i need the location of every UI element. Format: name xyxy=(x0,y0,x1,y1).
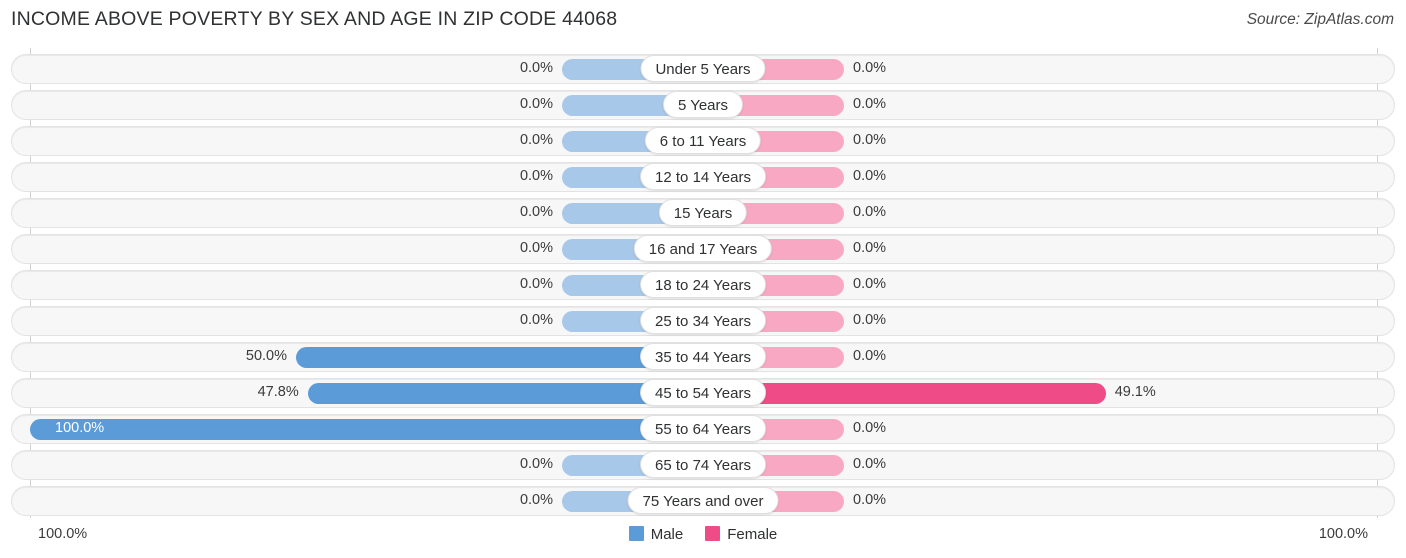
chart-legend: Male Female xyxy=(0,526,1406,543)
value-label-male: 0.0% xyxy=(519,96,553,112)
value-label-female: 0.0% xyxy=(853,420,887,436)
value-label-male: 0.0% xyxy=(519,60,553,76)
legend-item-male: Male xyxy=(628,526,684,543)
value-label-female: 0.0% xyxy=(853,168,887,184)
value-label-male: 0.0% xyxy=(519,168,553,184)
category-label: 65 to 74 Years xyxy=(640,451,766,478)
value-label-male: 0.0% xyxy=(519,312,553,328)
value-label-female: 0.0% xyxy=(853,132,887,148)
value-label-female: 0.0% xyxy=(853,456,887,472)
legend-item-female: Female xyxy=(705,526,777,543)
value-label-male: 47.8% xyxy=(257,384,299,400)
value-label-female: 0.0% xyxy=(853,492,887,508)
chart-row: 0.0% 0.0% 16 and 17 Years xyxy=(0,233,1406,265)
value-label-male: 0.0% xyxy=(519,456,553,472)
category-label: 12 to 14 Years xyxy=(640,163,766,190)
value-label-male: 100.0% xyxy=(55,420,105,436)
chart-row: 0.0% 0.0% 12 to 14 Years xyxy=(0,161,1406,193)
chart-row: 0.0% 0.0% 75 Years and over xyxy=(0,485,1406,517)
legend-swatch-male xyxy=(628,526,644,541)
chart-row: 100.0% 0.0% 55 to 64 Years xyxy=(0,413,1406,445)
legend-swatch-female xyxy=(705,526,721,541)
category-label: 15 Years xyxy=(658,199,748,226)
chart-row: 0.0% 0.0% 65 to 74 Years xyxy=(0,449,1406,481)
value-label-female: 0.0% xyxy=(853,276,887,292)
legend-label-male: Male xyxy=(650,526,684,543)
category-label: 45 to 54 Years xyxy=(640,379,766,406)
chart-plot-area: 0.0% 0.0% Under 5 Years 0.0% 0.0% 5 Years 0.0%… xyxy=(0,44,1406,518)
value-label-female: 49.1% xyxy=(1114,384,1156,400)
category-label: 35 to 44 Years xyxy=(640,343,766,370)
chart-row: 0.0% 0.0% 6 to 11 Years xyxy=(0,125,1406,157)
category-label: 55 to 64 Years xyxy=(640,415,766,442)
category-label: 5 Years xyxy=(662,91,744,118)
value-label-male: 50.0% xyxy=(245,348,287,364)
chart-row: 0.0% 0.0% Under 5 Years xyxy=(0,53,1406,85)
value-label-female: 0.0% xyxy=(853,60,887,76)
value-label-female: 0.0% xyxy=(853,96,887,112)
category-label: 6 to 11 Years xyxy=(644,127,762,154)
legend-label-female: Female xyxy=(727,526,778,543)
category-label: Under 5 Years xyxy=(640,55,766,82)
chart-row: 47.8% 49.1% 45 to 54 Years xyxy=(0,377,1406,409)
value-label-male: 0.0% xyxy=(519,240,553,256)
value-label-male: 0.0% xyxy=(519,492,553,508)
value-label-male: 0.0% xyxy=(519,132,553,148)
chart-header: INCOME ABOVE POVERTY BY SEX AND AGE IN Z… xyxy=(0,0,1406,44)
category-label: 25 to 34 Years xyxy=(640,307,766,334)
page-title: INCOME ABOVE POVERTY BY SEX AND AGE IN Z… xyxy=(11,8,618,30)
source-attribution: Source: ZipAtlas.com xyxy=(1246,11,1394,28)
chart-row: 0.0% 0.0% 5 Years xyxy=(0,89,1406,121)
chart-row: 50.0% 0.0% 35 to 44 Years xyxy=(0,341,1406,373)
bar-male xyxy=(30,419,703,440)
value-label-female: 0.0% xyxy=(853,312,887,328)
chart-row: 0.0% 0.0% 25 to 34 Years xyxy=(0,305,1406,337)
value-label-male: 0.0% xyxy=(519,276,553,292)
category-label: 18 to 24 Years xyxy=(640,271,766,298)
chart-footer: 100.0% 100.0% Male Female xyxy=(0,514,1406,558)
chart-row: 0.0% 0.0% 18 to 24 Years xyxy=(0,269,1406,301)
chart-row: 0.0% 0.0% 15 Years xyxy=(0,197,1406,229)
value-label-female: 0.0% xyxy=(853,348,887,364)
category-label: 75 Years and over xyxy=(627,487,779,514)
category-label: 16 and 17 Years xyxy=(633,235,773,262)
value-label-female: 0.0% xyxy=(853,204,887,220)
value-label-female: 0.0% xyxy=(853,240,887,256)
value-label-male: 0.0% xyxy=(519,204,553,220)
